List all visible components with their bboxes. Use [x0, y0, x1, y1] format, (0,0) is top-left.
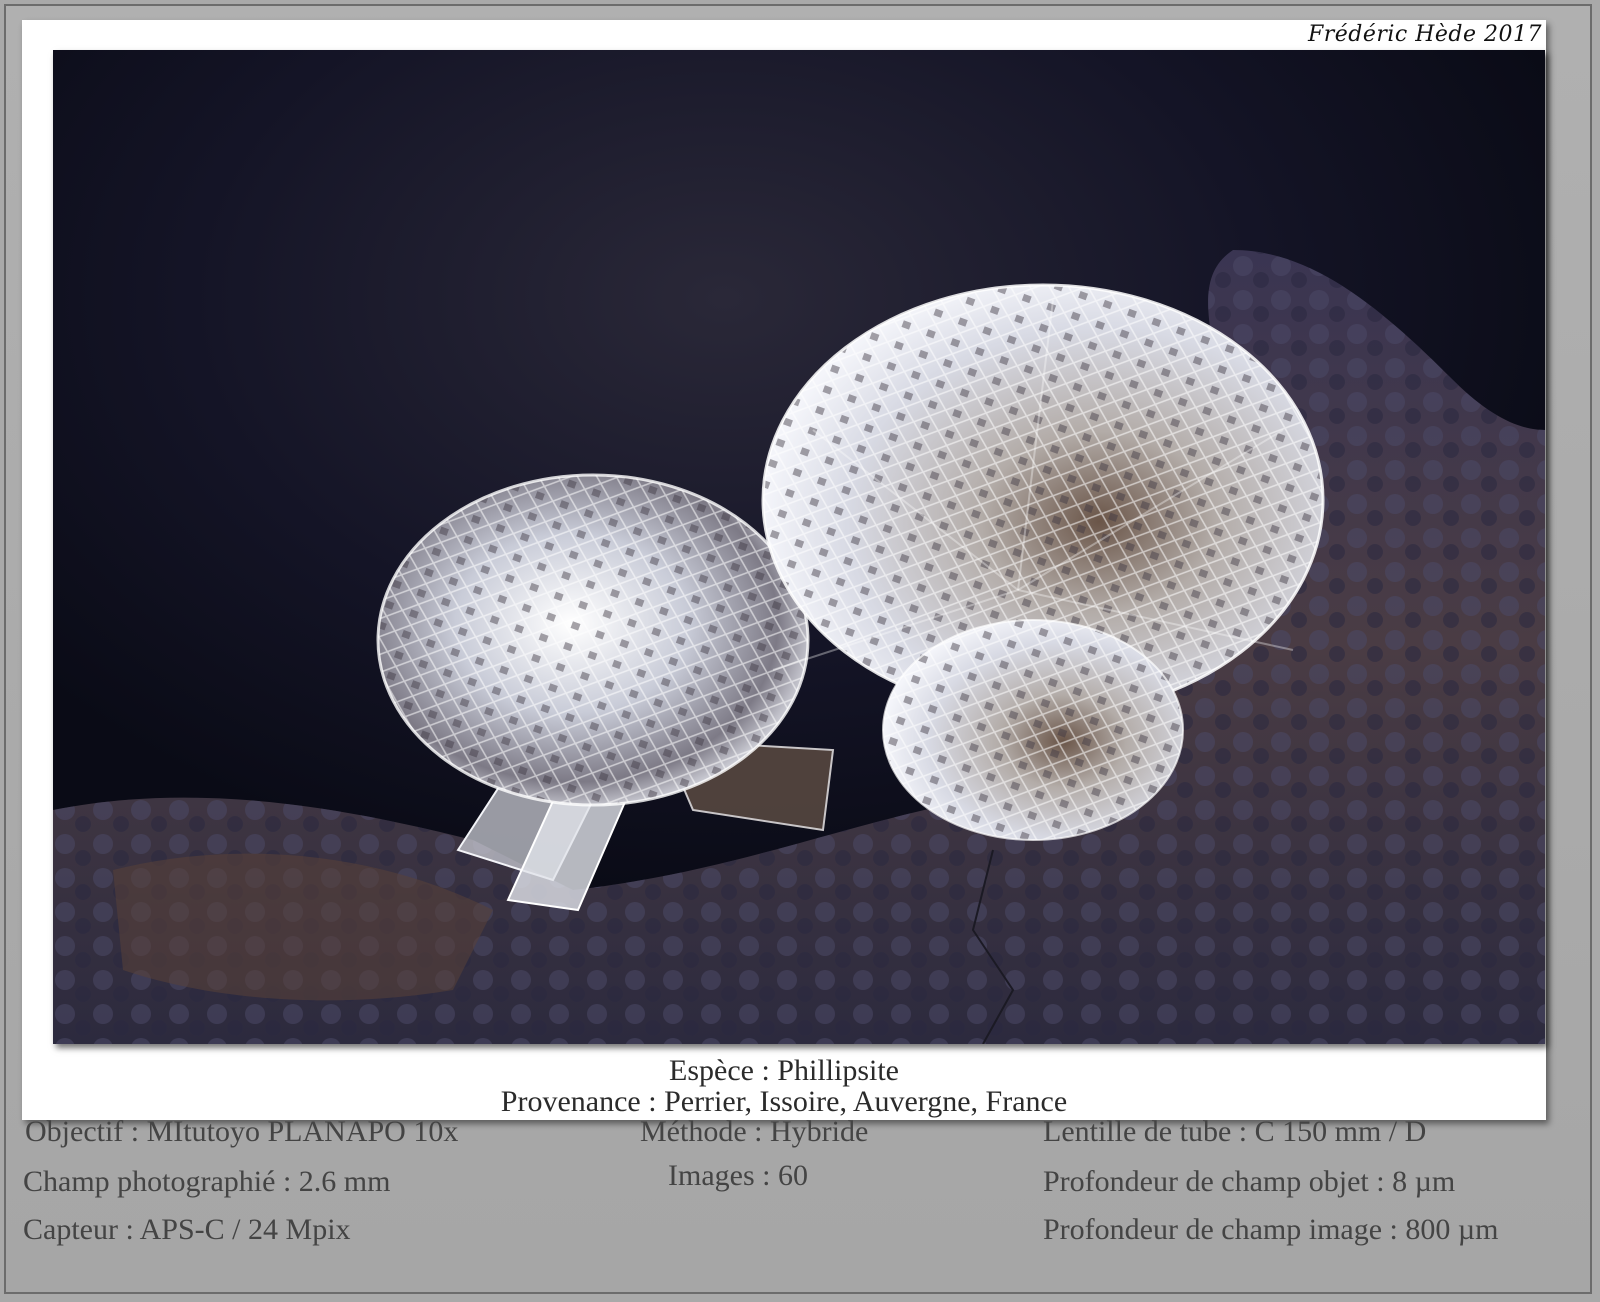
origin-caption: Provenance : Perrier, Issoire, Auvergne,… [500, 1085, 1068, 1118]
sensor-spec: Capteur : APS-C / 24 Mpix [23, 1213, 351, 1246]
images-spec: Images : 60 [668, 1159, 808, 1192]
specimen-photo [53, 50, 1545, 1044]
tube-lens-spec: Lentille de tube : C 150 mm / D [1043, 1115, 1427, 1148]
method-spec: Méthode : Hybride [640, 1115, 869, 1148]
photographer-credit: Frédéric Hède 2017 [1307, 22, 1542, 47]
field-spec: Champ photographié : 2.6 mm [23, 1165, 391, 1198]
mineral-image [53, 50, 1545, 1044]
image-dof-spec: Profondeur de champ image : 800 µm [1043, 1213, 1499, 1246]
objective-spec: Objectif : MItutoyo PLANAPO 10x [25, 1115, 459, 1148]
object-dof-spec: Profondeur de champ objet : 8 µm [1043, 1165, 1456, 1198]
species-caption: Espèce : Phillipsite [669, 1054, 899, 1087]
